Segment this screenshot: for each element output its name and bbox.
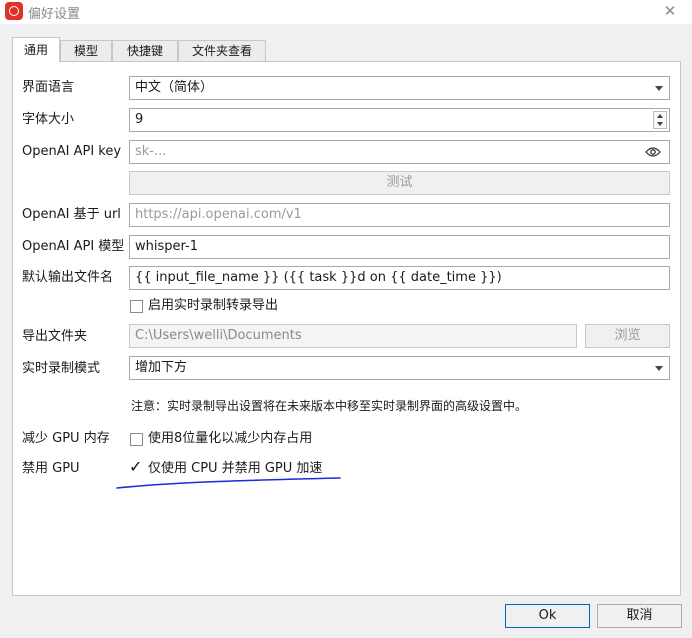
window-title: 偏好设置 [28, 7, 81, 22]
export-folder-input[interactable]: C:\Users\welli\Documents [129, 324, 577, 348]
language-label: 界面语言 [22, 80, 75, 95]
font-size-value: 9 [135, 112, 144, 127]
realtime-mode-select[interactable]: 增加下方 [129, 356, 670, 380]
reduce-gpu-label: 减少 GPU 内存 [22, 431, 110, 446]
output-filename-value: {{ input_file_name }} ({{ task }}d on {{… [135, 270, 502, 285]
chevron-down-icon [655, 366, 663, 371]
model-input[interactable]: whisper-1 [129, 235, 670, 259]
reduce-gpu-option: 使用8位量化以减少内存占用 [148, 431, 313, 446]
font-size-spinbox[interactable]: 9 [129, 108, 670, 132]
realtime-mode-value: 增加下方 [135, 360, 188, 375]
annotation-underline [116, 477, 341, 489]
language-value: 中文（简体） [135, 80, 214, 95]
tab-general[interactable]: 通用 [12, 37, 60, 62]
api-key-input[interactable]: sk-... [129, 140, 670, 164]
realtime-export-label: 启用实时录制转录导出 [148, 298, 279, 313]
output-filename-label: 默认输出文件名 [22, 270, 114, 285]
realtime-mode-label: 实时录制模式 [22, 361, 101, 376]
realtime-export-note: 注意：实时录制导出设置将在未来版本中移至实时录制界面的高级设置中。 [131, 399, 528, 413]
base-url-placeholder: https://api.openai.com/v1 [135, 207, 302, 222]
base-url-input[interactable]: https://api.openai.com/v1 [129, 203, 670, 227]
reduce-gpu-checkbox[interactable] [130, 433, 143, 446]
disable-gpu-label: 禁用 GPU [22, 461, 80, 476]
api-key-label: OpenAI API key [22, 144, 122, 159]
api-key-placeholder: sk-... [135, 144, 167, 159]
font-size-label: 字体大小 [22, 112, 75, 127]
ok-button[interactable]: Ok [505, 604, 590, 628]
base-url-label: OpenAI 基于 url [22, 207, 121, 222]
app-logo-icon [5, 2, 23, 20]
tab-model[interactable]: 模型 [60, 40, 112, 61]
model-label: OpenAI API 模型 [22, 239, 125, 254]
cancel-button[interactable]: 取消 [597, 604, 682, 628]
realtime-export-checkbox[interactable] [130, 300, 143, 313]
title-bar: 偏好设置 ✕ [0, 0, 692, 24]
export-folder-label: 导出文件夹 [22, 329, 88, 344]
checkmark-icon: ✓ [129, 457, 143, 476]
spin-arrows-icon[interactable] [653, 111, 667, 129]
output-filename-input[interactable]: {{ input_file_name }} ({{ task }}d on {{… [129, 266, 670, 290]
close-icon[interactable]: ✕ [660, 1, 680, 21]
eye-icon[interactable] [645, 146, 661, 158]
chevron-down-icon [655, 86, 663, 91]
test-button[interactable]: 测试 [129, 171, 670, 195]
language-select[interactable]: 中文（简体） [129, 76, 670, 100]
browse-button[interactable]: 浏览 [585, 324, 670, 348]
tab-shortcuts[interactable]: 快捷键 [112, 40, 178, 61]
tab-folder-watch[interactable]: 文件夹查看 [178, 40, 266, 61]
export-folder-value: C:\Users\welli\Documents [135, 328, 302, 343]
model-value: whisper-1 [135, 239, 198, 254]
